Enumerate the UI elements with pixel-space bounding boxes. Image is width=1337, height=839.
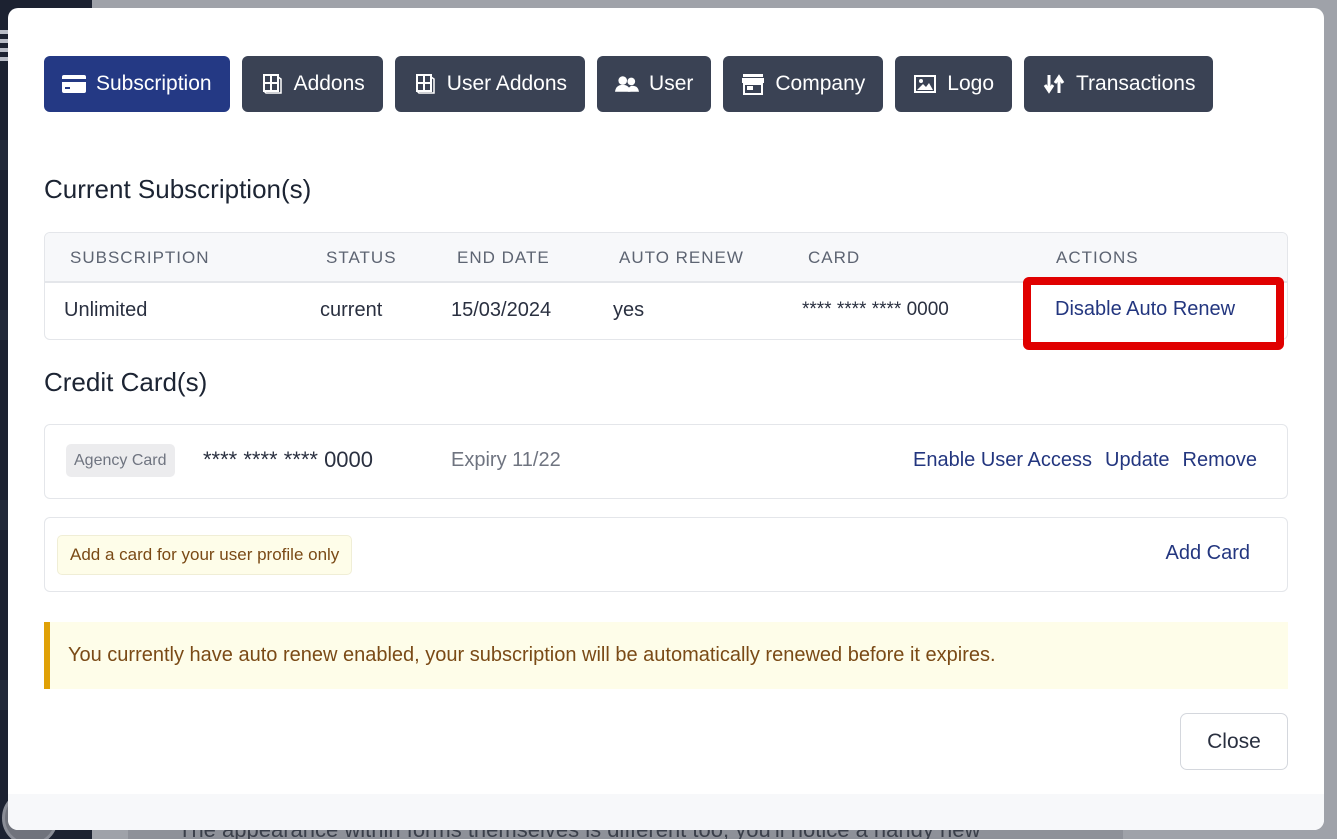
cubes-icon (260, 73, 284, 95)
tab-label: Logo (947, 72, 994, 95)
close-button[interactable]: Close (1180, 713, 1288, 770)
users-icon (615, 73, 640, 95)
remove-card-link[interactable]: Remove (1183, 449, 1257, 472)
credit-card-item: Agency Card **** **** **** 0000 Expiry 1… (44, 424, 1288, 499)
card-number: **** **** **** 0000 (203, 447, 374, 472)
user-profile-note: Add a card for your user profile only (57, 535, 353, 575)
cell-subscription: Unlimited (64, 299, 148, 321)
modal-tabs: Subscription Addons User Addons User Com… (44, 56, 1214, 112)
column-header-actions: ACTIONS (1056, 248, 1139, 267)
subscription-modal: Subscription Addons User Addons User Com… (8, 8, 1324, 830)
tab-label: Subscription (96, 72, 212, 95)
store-icon (741, 73, 765, 95)
cell-status: current (320, 299, 383, 321)
tab-user[interactable]: User (597, 56, 712, 112)
column-header-subscription: SUBSCRIPTION (70, 248, 210, 267)
tab-subscription[interactable]: Subscription (44, 56, 230, 112)
sort-arrows-icon (1042, 73, 1066, 95)
tab-label: Company (775, 72, 866, 95)
credit-card-icon (62, 73, 86, 95)
agency-card-badge: Agency Card (66, 444, 175, 477)
enable-user-access-link[interactable]: Enable User Access (913, 449, 1092, 472)
tab-user-addons[interactable]: User Addons (394, 56, 586, 112)
cell-end-date: 15/03/2024 (451, 299, 552, 321)
tab-label: Addons (293, 72, 365, 95)
column-header-status: STATUS (326, 248, 397, 267)
tab-logo[interactable]: Logo (895, 56, 1012, 112)
modal-footer-strip (8, 794, 1324, 830)
tab-addons[interactable]: Addons (241, 56, 383, 112)
credit-cards-title: Credit Card(s) (44, 367, 208, 397)
card-expiry: Expiry 11/22 (451, 449, 561, 471)
cell-auto-renew: yes (613, 299, 645, 321)
current-subscriptions-title: Current Subscription(s) (44, 174, 312, 204)
add-card-link[interactable]: Add Card (1166, 542, 1251, 565)
tab-company[interactable]: Company (723, 56, 884, 112)
column-header-end-date: END DATE (457, 248, 550, 267)
update-card-link[interactable]: Update (1105, 449, 1170, 472)
column-header-card: CARD (808, 248, 861, 267)
column-header-auto-renew: AUTO RENEW (619, 248, 744, 267)
tab-label: User (649, 72, 694, 95)
disable-auto-renew-link[interactable]: Disable Auto Renew (1055, 298, 1235, 321)
add-card-row: Add a card for your user profile only Ad… (44, 517, 1288, 592)
auto-renew-alert: You currently have auto renew enabled, y… (44, 622, 1288, 689)
image-icon (913, 73, 937, 95)
cell-card: **** **** **** 0000 (802, 299, 949, 320)
tab-label: Transactions (1076, 72, 1196, 95)
tab-label: User Addons (446, 72, 568, 95)
cubes-icon (413, 73, 437, 95)
tab-transactions[interactable]: Transactions (1024, 56, 1214, 112)
card-actions: Enable User Access Update Remove (913, 449, 1257, 472)
